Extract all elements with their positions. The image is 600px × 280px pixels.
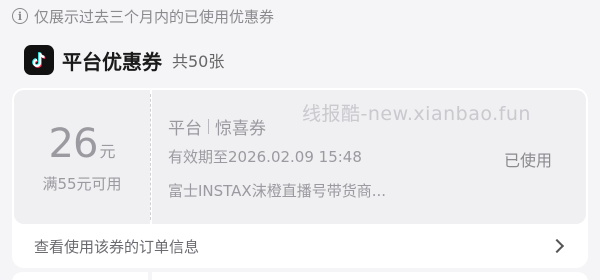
watermark: 线报酷-new.xianbao.fun (302, 103, 531, 125)
usage-notice: i 仅展示过去三个月内的已使用优惠券 (12, 6, 274, 26)
coupon-card[interactable]: 26 元 满55元可用 线报酷-new.xianbao.fun 平台 惊喜券 有… (12, 88, 588, 268)
tiktok-logo-icon (24, 45, 54, 75)
coupon-amount-unit: 元 (99, 141, 116, 161)
coupon-type: 平台 (168, 119, 202, 139)
info-icon: i (12, 8, 28, 24)
coupon-divider (150, 94, 151, 220)
coupon-title: 平台 惊喜券 (168, 114, 266, 139)
notice-text: 仅展示过去三个月内的已使用优惠券 (34, 7, 275, 26)
coupon-amount: 26 (48, 120, 99, 167)
section-title: 平台优惠券 (62, 49, 162, 74)
view-order-link[interactable]: 查看使用该券的订单信息 (12, 226, 588, 266)
coupon-condition: 满55元可用 (42, 174, 122, 193)
coupon-shop: 富士INSTAX沫橙直播号带货商... (168, 182, 387, 200)
used-status-label: 已使用 (503, 151, 552, 170)
coupon-value-panel: 26 元 满55元可用 (14, 90, 150, 224)
coupon-section-header: 平台优惠券 共50张 (24, 44, 224, 76)
coupon-detail-panel: 线报酷-new.xianbao.fun 平台 惊喜券 有效期至2026.02.0… (152, 90, 586, 224)
coupon-name: 惊喜券 (215, 119, 266, 139)
chevron-right-icon (549, 238, 565, 254)
title-separator (208, 119, 209, 134)
coupon-validity: 有效期至2026.02.09 15:48 (168, 148, 362, 166)
coupon-count: 共50张 (172, 52, 225, 71)
next-coupon-card-right (152, 272, 588, 280)
next-coupon-card-left (12, 272, 148, 280)
view-order-text: 查看使用该券的订单信息 (34, 237, 200, 256)
